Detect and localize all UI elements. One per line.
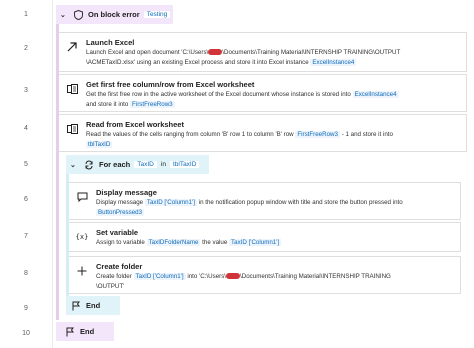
variable-token[interactable]: FirstFreeRow3 [130,100,175,108]
action-get-first-free[interactable]: Get first free column/row from Excel wor… [59,74,467,112]
block-error-header[interactable]: ⌄ On block error Testing [56,5,173,24]
block-name-badge: Testing [143,11,171,18]
excel-icon [66,123,78,135]
excel-icon [66,83,78,95]
variable-token[interactable]: TaxID [134,161,157,168]
variable-token[interactable]: TaxID ['Column1'] [133,273,186,280]
block-error-end[interactable]: End [56,322,114,341]
variable-icon: {x} [75,233,89,241]
action-title: Create folder [96,262,143,271]
loop-title: For each [99,160,131,169]
action-title: Display message [96,188,157,197]
action-create-folder[interactable]: Create folder Create folder TaxID ['Colu… [69,256,461,294]
variable-token[interactable]: TaxID ['Column1'] [144,199,197,206]
shield-icon [74,9,83,20]
variable-token[interactable]: TaxID ['Column1'] [229,239,282,246]
action-read-excel[interactable]: Read from Excel worksheet Read the value… [59,114,467,152]
line-number: 9 [24,305,28,312]
variable-token[interactable]: TaxIDFolderName [146,239,201,246]
variable-token[interactable]: ButtonPressed3 [96,208,145,216]
message-icon [76,191,88,203]
line-number: 7 [24,233,28,240]
line-number-gutter: 1 2 3 4 5 6 7 8 9 10 [0,0,52,348]
action-title: Set variable [96,228,139,237]
line-number: 4 [24,125,28,132]
for-each-end[interactable]: End [66,296,120,315]
action-title: Launch Excel [86,38,135,47]
redaction-mark [208,49,223,56]
flag-icon [72,301,81,311]
action-set-variable[interactable]: {x} Set variable Assign to variable TaxI… [69,222,461,252]
chevron-down-icon[interactable]: ⌄ [60,11,68,19]
line-number: 5 [24,161,28,168]
end-label: End [80,327,95,336]
for-each-header[interactable]: ⌄ For each TaxID in tblTaxID [66,155,209,174]
line-number: 8 [24,270,28,277]
action-description: Launch Excel and open document 'C:\Users… [86,49,401,66]
action-description: Display message TaxID ['Column1'] in the… [96,199,403,216]
variable-token[interactable]: FirstFreeRow3 [295,131,340,138]
action-title: Read from Excel worksheet [86,120,184,129]
line-number: 1 [24,11,28,18]
loop-icon [84,160,94,170]
action-description: Get the first free row in the active wor… [86,91,399,108]
line-number: 3 [24,87,28,94]
end-label: End [86,301,101,310]
action-title: Get first free column/row from Excel wor… [86,80,255,89]
action-display-message[interactable]: Display message Display message TaxID ['… [69,182,461,220]
launch-arrow-icon [66,41,78,53]
variable-token[interactable]: ExcelInstance4 [352,91,399,98]
action-launch-excel[interactable]: Launch Excel Launch Excel and open docum… [59,32,467,72]
variable-token[interactable]: tblTaxID [86,140,113,148]
line-number: 10 [22,330,30,337]
variable-token[interactable]: ExcelInstance4 [310,58,357,66]
flag-icon [66,327,75,337]
block-title: On block error [88,10,140,19]
chevron-down-icon[interactable]: ⌄ [70,161,78,169]
action-description: Create folder TaxID ['Column1'] into 'C:… [96,273,391,290]
action-description: Assign to variable TaxIDFolderName the v… [96,239,282,246]
redaction-mark [226,273,241,280]
action-description: Read the values of the cells ranging fro… [86,131,393,148]
line-number: 6 [24,196,28,203]
loop-in-label: in [160,161,166,168]
line-number: 2 [24,45,28,52]
plus-icon [76,265,88,277]
variable-token[interactable]: tblTaxID [169,161,200,168]
gutter-divider [52,0,53,348]
